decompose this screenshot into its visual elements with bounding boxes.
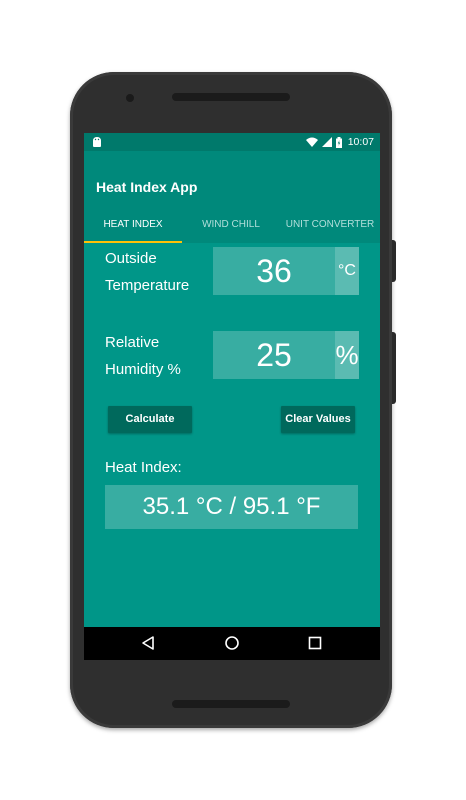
temperature-input[interactable]: 36 °C xyxy=(213,247,359,295)
humidity-unit: % xyxy=(335,331,359,379)
back-icon[interactable] xyxy=(141,635,155,651)
volume-button xyxy=(392,240,396,282)
signal-icon xyxy=(321,137,332,147)
navigation-bar xyxy=(84,627,380,660)
temperature-unit: °C xyxy=(335,247,359,295)
app-bar: Heat Index App HEAT INDEX WIND CHILL UNI… xyxy=(84,151,380,243)
humidity-input[interactable]: 25 % xyxy=(213,331,359,379)
status-bar: 10:07 xyxy=(84,133,380,151)
tab-heat-index[interactable]: HEAT INDEX xyxy=(84,207,182,243)
temperature-value: 36 xyxy=(256,253,292,289)
home-icon[interactable] xyxy=(224,635,240,651)
top-speaker xyxy=(172,93,290,101)
clear-values-button[interactable]: Clear Values xyxy=(281,406,355,433)
front-camera xyxy=(126,94,134,102)
temperature-label-line1: Outside xyxy=(105,250,157,267)
tab-wind-chill[interactable]: WIND CHILL xyxy=(182,207,280,243)
temperature-label-line2: Temperature xyxy=(105,277,190,294)
power-button xyxy=(392,332,396,404)
heat-index-value: 35.1 °C / 95.1 °F xyxy=(105,485,358,529)
recents-icon[interactable] xyxy=(308,635,322,651)
humidity-label-line1: Relative xyxy=(105,334,160,351)
bottom-speaker xyxy=(172,700,290,708)
battery-icon xyxy=(335,136,342,148)
calculate-button[interactable]: Calculate xyxy=(108,406,192,433)
screen: 10:07 Heat Index App HEAT INDEX WIND CHI… xyxy=(84,133,380,659)
humidity-label-line2: Humidity % xyxy=(105,361,181,378)
wifi-icon xyxy=(305,137,318,147)
tab-unit-converter[interactable]: UNIT CONVERTER xyxy=(280,207,380,243)
tab-bar: HEAT INDEX WIND CHILL UNIT CONVERTER xyxy=(84,207,380,243)
humidity-value: 25 xyxy=(256,337,292,373)
app-title: Heat Index App xyxy=(96,179,198,195)
android-notification-icon xyxy=(93,137,101,147)
status-time: 10:07 xyxy=(347,136,374,148)
heat-index-label: Heat Index: xyxy=(105,459,182,476)
